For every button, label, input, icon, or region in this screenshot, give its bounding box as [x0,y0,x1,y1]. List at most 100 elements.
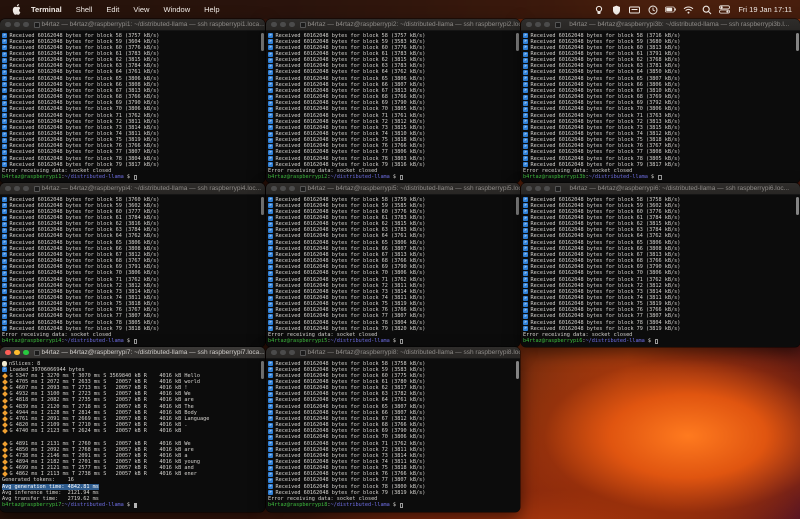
terminal-window-raspberrypi3b[interactable]: b4rtaz — b4rtaz@raspberrypi3b: ~/distrib… [521,19,800,183]
terminal-window-raspberrypi2[interactable]: b4rtaz — b4rtaz@raspberrypi2: ~/distribu… [266,19,520,183]
window-titlebar[interactable]: b4rtaz — b4rtaz@raspberrypi6: ~/distribu… [521,183,800,195]
terminal-window-raspberrypi7[interactable]: b4rtaz — b4rtaz@raspberrypi7: ~/distribu… [0,347,265,512]
fast-forward-icon: » [268,57,273,63]
terminal-content[interactable]: » Received 60162048 bytes for block 58 (3… [521,31,800,183]
terminal-window-raspberrypi6[interactable]: b4rtaz — b4rtaz@raspberrypi6: ~/distribu… [521,183,800,347]
window-titlebar[interactable]: b4rtaz — b4rtaz@raspberrypi7: ~/distribu… [0,347,265,359]
terminal-content[interactable]: » Received 60162048 bytes for block 58 (3… [266,359,520,512]
fast-forward-icon: » [523,106,528,112]
scrollbar-thumb[interactable] [261,33,264,51]
menu-item-terminal[interactable]: Terminal [24,5,69,14]
scrollbar-thumb[interactable] [516,361,519,379]
shield-icon[interactable] [611,4,622,15]
scrollbar-thumb[interactable] [796,33,799,51]
clock-icon[interactable] [647,4,658,15]
terminal-content[interactable]: » Received 60162048 bytes for block 58 (3… [266,195,520,347]
menu-item-edit[interactable]: Edit [99,5,126,14]
fast-forward-icon: » [523,82,528,88]
terminal-window-raspberrypi4[interactable]: b4rtaz — b4rtaz@raspberrypi4: ~/distribu… [0,183,265,347]
fast-forward-icon: » [2,314,7,320]
close-button[interactable] [271,185,277,192]
terminal-content[interactable]: » Received 60162048 bytes for block 58 (3… [0,195,265,347]
menu-item-help[interactable]: Help [197,5,226,14]
fast-forward-icon: » [268,156,273,162]
fast-forward-icon: » [268,422,273,428]
menu-item-shell[interactable]: Shell [69,5,100,14]
zoom-button[interactable] [23,21,29,28]
zoom-button[interactable] [544,21,550,28]
menu-item-view[interactable]: View [126,5,156,14]
close-button[interactable] [5,349,11,356]
close-button[interactable] [526,185,532,192]
scrollbar-thumb[interactable] [516,33,519,51]
terminal-content[interactable]: » Received 60162048 bytes for block 58 (3… [521,195,800,347]
apple-logo[interactable] [8,4,24,15]
fast-forward-icon: » [523,283,528,289]
terminal-content[interactable]: » Received 60162048 bytes for block 58 (3… [0,31,265,183]
scrollbar-thumb[interactable] [516,197,519,215]
fast-forward-icon: » [268,490,273,496]
prompt-symbol: $ [123,502,134,509]
diamond-icon [2,471,8,478]
scrollbar-thumb[interactable] [796,197,799,215]
hand-icon[interactable] [593,4,604,15]
fast-forward-icon: » [268,410,273,416]
fast-forward-icon: » [2,106,7,112]
zoom-button[interactable] [289,185,295,192]
menu-item-window[interactable]: Window [156,5,197,14]
fast-forward-icon: » [268,125,273,131]
fast-forward-icon: » [2,203,7,209]
fast-forward-icon: » [2,307,7,313]
battery-icon[interactable] [665,4,677,15]
terminal-content[interactable]: » Received 60162048 bytes for block 58 (3… [266,31,520,183]
zoom-button[interactable] [289,21,295,28]
zoom-button[interactable] [544,185,550,192]
minimize-button[interactable] [280,21,286,28]
terminal-content[interactable]: nSlices: 8» Loaded 39706066944 bytes G 534… [0,359,265,512]
keyboard-icon[interactable] [629,4,641,15]
window-titlebar[interactable]: b4rtaz — b4rtaz@raspberrypi4: ~/distribu… [0,183,265,195]
window-titlebar[interactable]: b4rtaz — b4rtaz@raspberrypi1: ~/distribu… [0,19,265,31]
window-titlebar[interactable]: b4rtaz — b4rtaz@raspberrypi3b: ~/distrib… [521,19,800,31]
minimize-button[interactable] [14,349,20,356]
fast-forward-icon: » [2,131,7,137]
fast-forward-icon: » [2,70,7,76]
window-title: b4rtaz — b4rtaz@raspberrypi4: ~/distribu… [41,185,262,192]
close-button[interactable] [271,349,277,356]
terminal-window-raspberrypi1[interactable]: b4rtaz — b4rtaz@raspberrypi1: ~/distribu… [0,19,265,183]
fast-forward-icon: » [2,295,7,301]
prompt-path: ~/distributed-llama [330,338,390,345]
minimize-button[interactable] [280,185,286,192]
fast-forward-icon: » [523,197,528,203]
fast-forward-icon: » [2,82,7,88]
fast-forward-icon: » [2,227,7,233]
window-titlebar[interactable]: b4rtaz — b4rtaz@raspberrypi5: ~/distribu… [266,183,520,195]
control-center-icon[interactable] [719,4,731,15]
scrollbar-thumb[interactable] [261,197,264,215]
window-titlebar[interactable]: b4rtaz — b4rtaz@raspberrypi8: ~/distribu… [266,347,520,359]
fast-forward-icon: » [268,465,273,471]
zoom-button[interactable] [23,349,29,356]
terminal-window-raspberrypi8[interactable]: b4rtaz — b4rtaz@raspberrypi8: ~/distribu… [266,347,520,512]
minimize-button[interactable] [535,21,541,28]
traffic-lights [5,185,29,192]
terminal-window-raspberrypi5[interactable]: b4rtaz — b4rtaz@raspberrypi5: ~/distribu… [266,183,520,347]
close-button[interactable] [271,21,277,28]
spotlight-icon[interactable] [701,4,712,15]
wifi-icon[interactable] [683,4,694,15]
minimize-button[interactable] [14,21,20,28]
prompt-user-host: b4rtaz@raspberrypi1 [2,174,62,181]
fast-forward-icon: » [268,70,273,76]
zoom-button[interactable] [23,185,29,192]
close-button[interactable] [526,21,532,28]
minimize-button[interactable] [535,185,541,192]
menubar-clock[interactable]: Fri 19 Jan 17:11 [738,5,792,14]
minimize-button[interactable] [280,349,286,356]
minimize-button[interactable] [14,185,20,192]
zoom-button[interactable] [289,349,295,356]
fast-forward-icon: » [2,246,7,252]
close-button[interactable] [5,185,11,192]
window-titlebar[interactable]: b4rtaz — b4rtaz@raspberrypi2: ~/distribu… [266,19,520,31]
close-button[interactable] [5,21,11,28]
scrollbar-thumb[interactable] [261,361,264,379]
